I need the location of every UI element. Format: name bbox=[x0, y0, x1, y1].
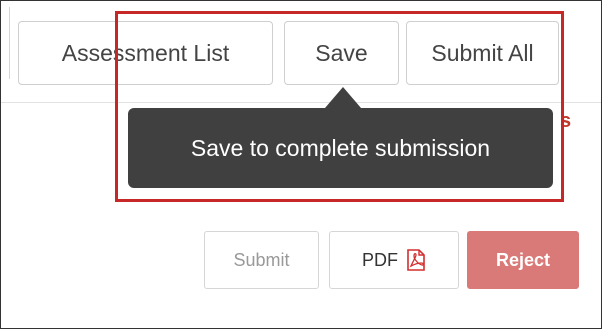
pdf-button[interactable]: PDF bbox=[329, 231, 459, 289]
save-tooltip: Save to complete submission bbox=[128, 108, 553, 188]
screenshot-frame: Assessment List Save Submit All s Save t… bbox=[0, 0, 602, 329]
left-edge-divider bbox=[1, 7, 10, 79]
pdf-file-icon bbox=[406, 249, 426, 271]
reject-button[interactable]: Reject bbox=[467, 231, 579, 289]
pdf-button-label: PDF bbox=[362, 249, 398, 270]
tooltip-arrow bbox=[325, 87, 361, 108]
save-button[interactable]: Save bbox=[284, 21, 399, 85]
partially-hidden-text: s bbox=[560, 110, 572, 132]
submit-all-button[interactable]: Submit All bbox=[406, 21, 559, 85]
submit-button[interactable]: Submit bbox=[204, 231, 319, 289]
assessment-list-button[interactable]: Assessment List bbox=[18, 21, 273, 85]
